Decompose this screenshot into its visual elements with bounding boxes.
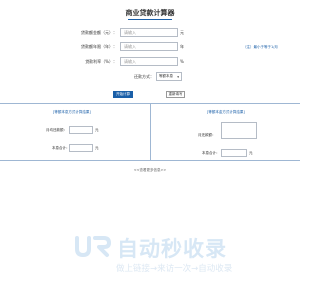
right-total-label: 本息合计：: [202, 151, 220, 155]
reset-button[interactable]: 重新填写: [166, 91, 185, 98]
right-total-unit: 元: [249, 151, 253, 155]
term-unit: 年: [180, 44, 184, 49]
title-underline: [128, 19, 172, 20]
watermark-logo: [75, 236, 111, 258]
left-monthly-output: [69, 126, 93, 134]
left-total-unit: 元: [95, 146, 99, 150]
equal-principal-title: [等额本金方式计算结果]: [207, 110, 245, 114]
amount-row: 贷款额金额（元）： 元: [0, 28, 300, 40]
watermark-subtitle: 做上链接→来访一次→自动收录: [116, 264, 233, 274]
left-monthly-unit: 元: [95, 128, 99, 132]
method-select-value: 等额本息: [159, 74, 173, 78]
term-input[interactable]: [120, 42, 178, 51]
right-monthly-label: 月还款额：: [198, 133, 216, 137]
amount-input[interactable]: [120, 28, 178, 37]
method-select[interactable]: 等额本息 ▾: [156, 72, 182, 81]
right-monthly-output: [221, 122, 257, 139]
term-note-link[interactable]: （注）最小于等于1/月: [243, 45, 278, 50]
equal-installment-title: [等额本息方式计算结果]: [53, 110, 91, 114]
results-divider: [150, 104, 151, 161]
method-row: 还款方式： 等额本息 ▾: [0, 72, 300, 84]
term-label: 贷款额年限（年）：: [81, 44, 117, 49]
left-total-output: [69, 144, 93, 152]
more-info-link[interactable]: <<查看更多信息>>: [0, 168, 300, 173]
calculate-button[interactable]: 开始计算: [113, 91, 133, 98]
left-monthly-label: 月均还款额：: [46, 128, 67, 132]
right-total-output: [221, 149, 247, 157]
rate-row: 贷款利率（%）： %: [0, 57, 300, 69]
rate-label: 贷款利率（%）：: [85, 59, 117, 64]
watermark-title: 自动秒收录: [117, 237, 227, 261]
page-title: 商业贷款计算器: [125, 9, 175, 17]
left-total-label: 本息合计：: [52, 146, 70, 150]
amount-unit: 元: [180, 30, 184, 35]
chevron-down-icon: ▾: [177, 75, 179, 79]
method-label: 还款方式：: [134, 74, 154, 79]
results-panel: [等额本息方式计算结果] 月均还款额： 元 本息合计： 元 [等额本金方式计算结…: [0, 103, 300, 161]
amount-label: 贷款额金额（元）：: [81, 30, 117, 35]
rate-input[interactable]: [120, 57, 178, 66]
rate-unit: %: [180, 59, 184, 64]
